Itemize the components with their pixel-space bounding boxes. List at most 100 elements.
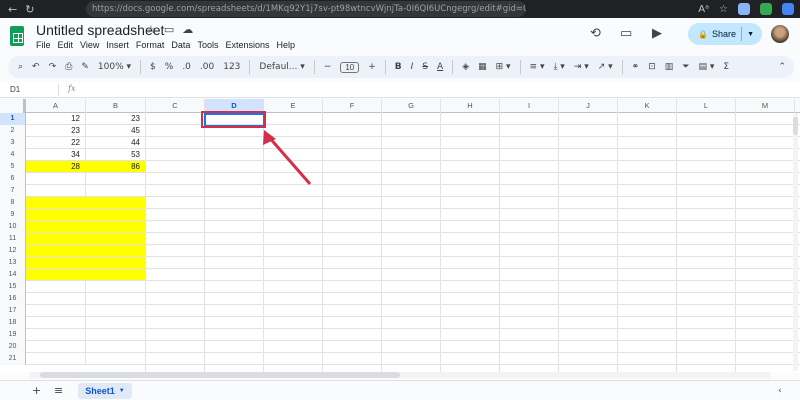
- cell-b[interactable]: [86, 209, 146, 220]
- filter-views-icon[interactable]: ▤ ▾: [698, 62, 714, 72]
- cell-a[interactable]: [26, 173, 86, 184]
- cell-a[interactable]: 34: [26, 149, 86, 160]
- row-header[interactable]: 3: [0, 137, 26, 149]
- font-select[interactable]: Defaul... ▾: [259, 62, 304, 72]
- cell-b[interactable]: [86, 293, 146, 304]
- menu-extensions[interactable]: Extensions: [225, 40, 269, 50]
- cell-a[interactable]: [26, 245, 86, 256]
- filter-icon[interactable]: ⏷: [682, 62, 689, 72]
- zoom-select[interactable]: 100% ▾: [98, 62, 131, 72]
- chevron-down-icon[interactable]: ▼: [747, 31, 754, 38]
- column-header-j[interactable]: J: [559, 99, 618, 113]
- cell-a[interactable]: [26, 353, 86, 364]
- row-header[interactable]: 18: [0, 317, 26, 329]
- refresh-icon[interactable]: ↻: [25, 3, 34, 16]
- column-header-a[interactable]: A: [26, 99, 86, 113]
- extension-icon[interactable]: [760, 3, 772, 15]
- row-header[interactable]: 12: [0, 245, 26, 257]
- cell-b[interactable]: [86, 221, 146, 232]
- paint-format-icon[interactable]: ✎: [81, 62, 89, 72]
- text-color-button[interactable]: A: [437, 62, 443, 72]
- cell-a[interactable]: [26, 209, 86, 220]
- menu-insert[interactable]: Insert: [106, 40, 129, 50]
- version-history-icon[interactable]: ⟲: [590, 26, 601, 41]
- horizontal-scroll-thumb[interactable]: [40, 372, 400, 378]
- cell-a[interactable]: [26, 341, 86, 352]
- row-header[interactable]: 7: [0, 185, 26, 197]
- cell-b[interactable]: 53: [86, 149, 146, 160]
- vertical-scrollbar[interactable]: [793, 113, 798, 371]
- meet-icon[interactable]: ▶: [652, 26, 662, 41]
- row-header[interactable]: 20: [0, 341, 26, 353]
- cell-a[interactable]: [26, 329, 86, 340]
- more-formats-button[interactable]: 123: [223, 62, 240, 72]
- insert-link-icon[interactable]: ⚭: [632, 62, 640, 72]
- row-header[interactable]: 6: [0, 173, 26, 185]
- menu-file[interactable]: File: [36, 40, 51, 50]
- cell-b[interactable]: [86, 341, 146, 352]
- menu-view[interactable]: View: [80, 40, 99, 50]
- horizontal-align-icon[interactable]: ≡ ▾: [530, 62, 545, 72]
- fill-color-icon[interactable]: ◈: [462, 62, 469, 72]
- name-box[interactable]: D1: [10, 85, 20, 94]
- row-header[interactable]: 11: [0, 233, 26, 245]
- menu-tools[interactable]: Tools: [197, 40, 218, 50]
- cell-a[interactable]: [26, 269, 86, 280]
- sheets-logo-icon[interactable]: [10, 26, 24, 46]
- avatar[interactable]: [771, 25, 789, 43]
- row-header[interactable]: 15: [0, 281, 26, 293]
- column-header-f[interactable]: F: [323, 99, 382, 113]
- cell-b[interactable]: [86, 257, 146, 268]
- reader-icon[interactable]: Aᵃ: [698, 4, 709, 15]
- cell-b[interactable]: 23: [86, 113, 146, 124]
- percent-format-button[interactable]: %: [165, 62, 174, 72]
- column-header-m[interactable]: M: [736, 99, 795, 113]
- cell-b[interactable]: [86, 233, 146, 244]
- cell-b[interactable]: 86: [86, 161, 146, 172]
- sheet-tab[interactable]: Sheet1 ▼: [78, 383, 132, 399]
- increase-decimal-button[interactable]: .00: [200, 62, 214, 72]
- horizontal-scrollbar[interactable]: [30, 372, 770, 378]
- cell-a[interactable]: [26, 317, 86, 328]
- row-header[interactable]: 19: [0, 329, 26, 341]
- strikethrough-button[interactable]: S: [422, 62, 428, 72]
- column-header-g[interactable]: G: [382, 99, 441, 113]
- undo-icon[interactable]: ↶: [32, 62, 40, 72]
- cell-a[interactable]: [26, 197, 86, 208]
- column-header-i[interactable]: I: [500, 99, 559, 113]
- search-menus-icon[interactable]: ⌕: [18, 62, 23, 72]
- extension-icon[interactable]: [782, 3, 794, 15]
- column-header-k[interactable]: K: [618, 99, 677, 113]
- menu-edit[interactable]: Edit: [58, 40, 74, 50]
- menu-format[interactable]: Format: [136, 40, 165, 50]
- cell-b[interactable]: [86, 173, 146, 184]
- row-header[interactable]: 4: [0, 149, 26, 161]
- collapse-toolbar-icon[interactable]: ⌃: [778, 62, 786, 72]
- column-header-e[interactable]: E: [264, 99, 323, 113]
- borders-icon[interactable]: ▦: [478, 62, 487, 72]
- cell-a[interactable]: [26, 185, 86, 196]
- star-icon[interactable]: ☆: [146, 23, 156, 36]
- cell-a[interactable]: 23: [26, 125, 86, 136]
- bold-button[interactable]: B: [395, 62, 402, 72]
- vertical-scroll-thumb[interactable]: [793, 117, 798, 135]
- row-header[interactable]: 21: [0, 353, 26, 365]
- column-header-h[interactable]: H: [441, 99, 500, 113]
- redo-icon[interactable]: ↷: [49, 62, 57, 72]
- increase-font-size-button[interactable]: +: [368, 62, 376, 72]
- vertical-align-icon[interactable]: ⤓ ▾: [553, 62, 564, 72]
- share-button[interactable]: 🔒 Share ▼: [688, 23, 762, 45]
- insert-comment-icon[interactable]: ⊡: [648, 62, 656, 72]
- cell-b[interactable]: [86, 245, 146, 256]
- cell-a[interactable]: 22: [26, 137, 86, 148]
- cell-a[interactable]: 12: [26, 113, 86, 124]
- decrease-decimal-button[interactable]: .0: [182, 62, 191, 72]
- all-sheets-icon[interactable]: ≡: [54, 384, 63, 397]
- extension-icon[interactable]: [738, 3, 750, 15]
- row-header[interactable]: 9: [0, 209, 26, 221]
- text-wrap-icon[interactable]: ⇥ ▾: [574, 62, 589, 72]
- cell-a[interactable]: [26, 233, 86, 244]
- italic-button[interactable]: I: [411, 62, 414, 72]
- currency-format-button[interactable]: $: [150, 62, 156, 72]
- cell-a[interactable]: 28: [26, 161, 86, 172]
